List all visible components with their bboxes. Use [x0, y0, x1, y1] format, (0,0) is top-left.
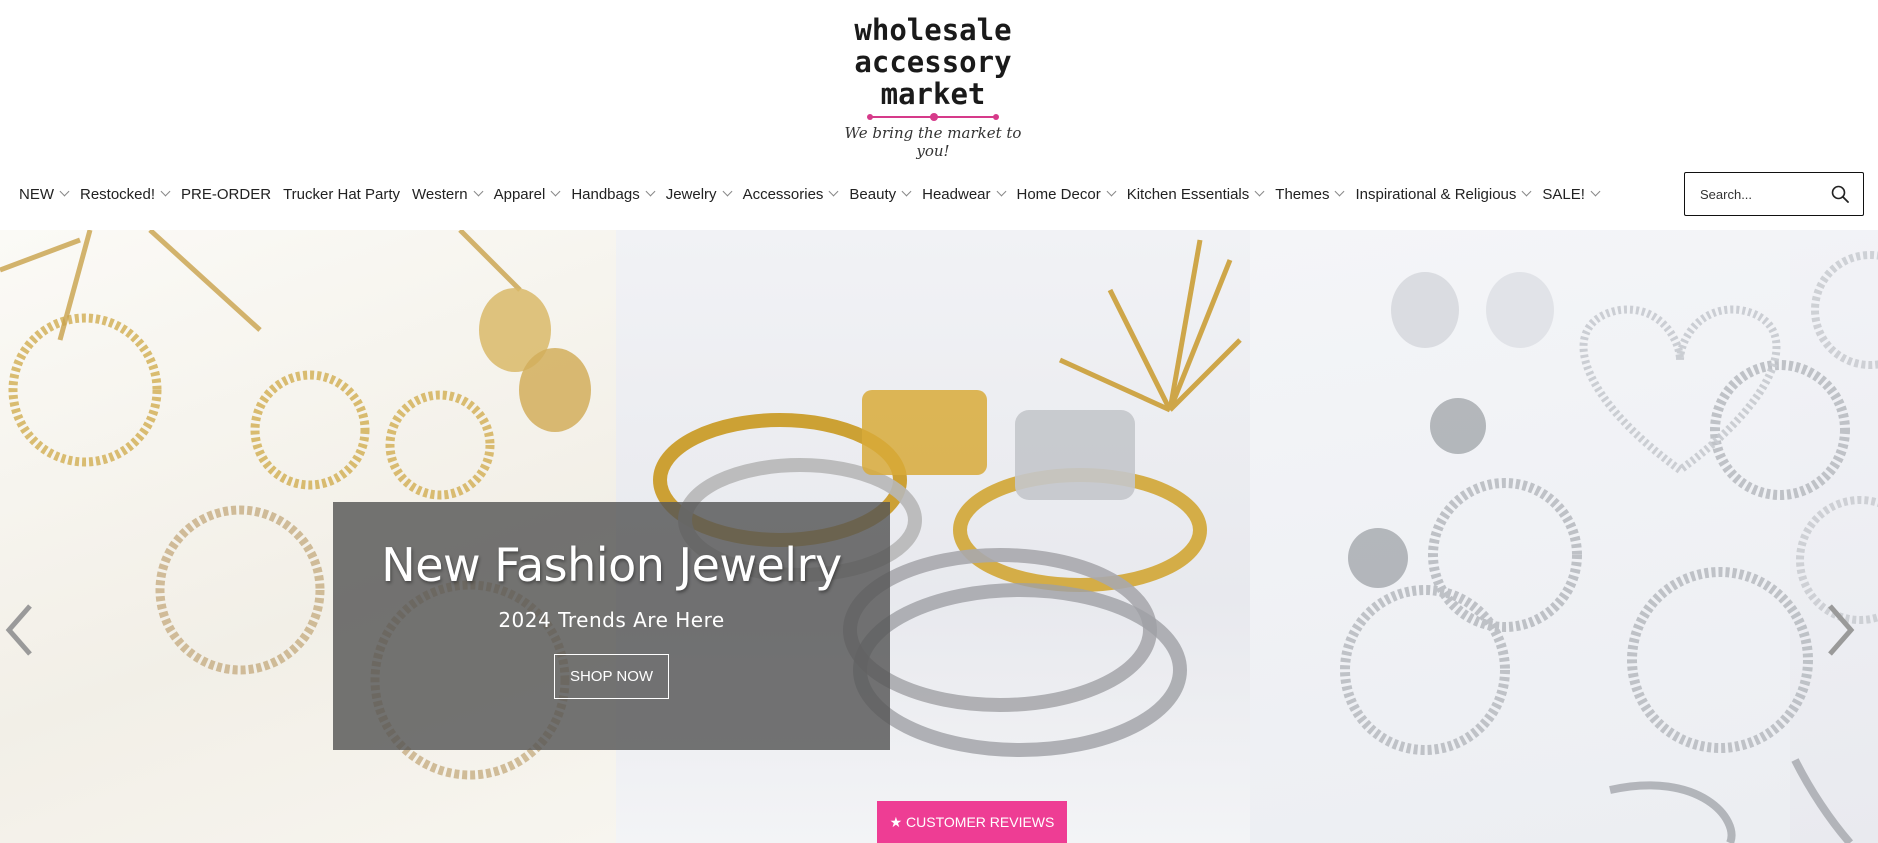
nav-item-label: Restocked!	[80, 185, 156, 203]
nav-item-kitchen-essentials[interactable]: Kitchen Essentials	[1126, 185, 1265, 203]
nav-item-label: Handbags	[571, 185, 640, 203]
shop-now-button[interactable]: SHOP NOW	[553, 654, 670, 699]
nav-item-themes[interactable]: Themes	[1275, 185, 1345, 203]
chevron-right-icon[interactable]	[1826, 600, 1856, 660]
nav-item-restocked[interactable]: Restocked!	[80, 185, 171, 203]
nav-item-label: Beauty	[849, 185, 897, 203]
site-header: wholesale accessory market We bring the …	[0, 0, 1878, 230]
nav-item-label: Inspirational & Religious	[1355, 185, 1517, 203]
logo-line-1: wholesale	[854, 13, 1012, 47]
nav-item-trucker-hat-party[interactable]: Trucker Hat Party	[283, 186, 400, 203]
nav-item-label: Jewelry	[665, 185, 717, 203]
logo-divider	[867, 113, 999, 121]
search-bar[interactable]	[1684, 172, 1864, 216]
search-icon[interactable]	[1831, 185, 1849, 203]
nav-item-beauty[interactable]: Beauty	[849, 185, 912, 203]
nav-item-label: Trucker Hat Party	[283, 185, 401, 203]
chevron-down-icon	[550, 186, 561, 197]
nav-item-label: NEW	[19, 185, 54, 203]
chevron-down-icon	[901, 186, 912, 197]
nav-item-label: Western	[412, 185, 468, 203]
chevron-down-icon	[1106, 186, 1117, 197]
chevron-down-icon	[1590, 186, 1601, 197]
chevron-down-icon	[722, 186, 733, 197]
nav-item-home-decor[interactable]: Home Decor	[1016, 185, 1117, 203]
chevron-down-icon	[1254, 186, 1265, 197]
nav-item-label: PRE-ORDER	[181, 185, 272, 203]
chevron-down-icon	[473, 186, 484, 197]
site-logo[interactable]: wholesale accessory market We bring the …	[836, 14, 1030, 164]
jewelry-illustration	[0, 230, 1878, 843]
nav-item-label: SALE!	[1542, 185, 1585, 203]
main-nav: NEW Restocked! PRE-ORDER Trucker Hat Party W…	[0, 172, 1611, 216]
logo-line-2: accessory	[854, 45, 1012, 79]
nav-item-label: Home Decor	[1016, 185, 1101, 203]
nav-item-headwear[interactable]: Headwear	[922, 185, 1006, 203]
hero-title: New Fashion Jewelry	[381, 538, 842, 592]
chevron-down-icon	[828, 186, 839, 197]
chevron-down-icon	[1521, 186, 1532, 197]
nav-item-jewelry[interactable]: Jewelry	[665, 185, 733, 203]
nav-item-label: Kitchen Essentials	[1126, 185, 1250, 203]
chevron-down-icon	[645, 186, 656, 197]
nav-item-new[interactable]: NEW	[19, 185, 70, 203]
nav-item-label: Accessories	[742, 185, 824, 203]
customer-reviews-button[interactable]: ★ CUSTOMER REVIEWS	[877, 801, 1067, 843]
nav-item-handbags[interactable]: Handbags	[571, 185, 656, 203]
chevron-down-icon	[1335, 186, 1345, 197]
nav-item-sale[interactable]: SALE!	[1542, 185, 1601, 203]
chevron-left-icon[interactable]	[4, 600, 34, 660]
search-input[interactable]	[1700, 186, 1825, 202]
nav-item-apparel[interactable]: Apparel	[493, 185, 561, 203]
hero-slider: New Fashion Jewelry 2024 Trends Are Here…	[0, 230, 1878, 843]
nav-item-label: Headwear	[922, 185, 991, 203]
nav-item-label: Apparel	[493, 185, 546, 203]
hero-subtitle: 2024 Trends Are Here	[498, 608, 725, 632]
nav-item-inspirational-religious[interactable]: Inspirational & Religious	[1355, 185, 1532, 203]
logo-tagline: We bring the market to you!	[844, 124, 1022, 160]
nav-item-western[interactable]: Western	[412, 185, 484, 203]
logo-line-3: market	[880, 77, 986, 111]
nav-item-accessories[interactable]: Accessories	[742, 185, 839, 203]
chevron-down-icon	[160, 186, 171, 197]
nav-item-pre-order[interactable]: PRE-ORDER	[181, 186, 271, 203]
chevron-down-icon	[59, 186, 70, 197]
chevron-down-icon	[996, 186, 1006, 197]
hero-caption: New Fashion Jewelry 2024 Trends Are Here…	[333, 502, 890, 750]
nav-item-label: Themes	[1275, 185, 1330, 203]
